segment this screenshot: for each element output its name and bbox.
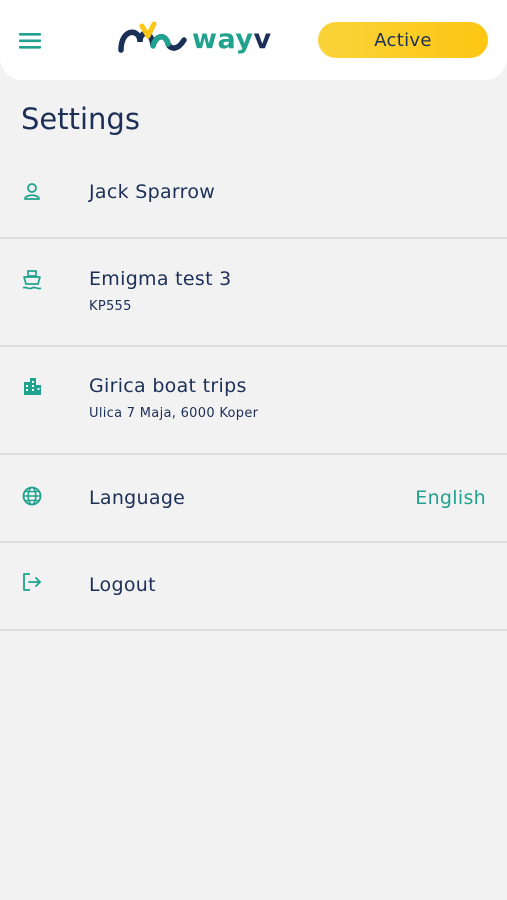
company-address: Ulica 7 Maja, 6000 Koper: [89, 406, 259, 421]
logout-label: Logout: [89, 574, 156, 596]
settings-list: Jack Sparrow Emigma test 3 KP555 Girica …: [0, 150, 507, 631]
company-row[interactable]: Girica boat trips Ulica 7 Maja, 6000 Kop…: [0, 347, 507, 455]
status-button[interactable]: Active: [318, 22, 488, 58]
company-name: Girica boat trips: [89, 375, 247, 397]
logo-wordmark: wayv: [192, 24, 272, 55]
person-icon: [21, 181, 43, 203]
wave-logo-icon: [118, 21, 187, 53]
page-title: Settings: [21, 102, 140, 136]
user-name: Jack Sparrow: [89, 181, 216, 203]
hamburger-menu-icon[interactable]: [16, 28, 46, 54]
status-label: Active: [374, 29, 432, 51]
boat-icon: [21, 269, 43, 291]
user-row[interactable]: Jack Sparrow: [0, 150, 507, 239]
logo-text-v: v: [253, 24, 272, 55]
app-header: wayv Active: [0, 0, 507, 80]
wayv-logo: wayv: [118, 20, 271, 60]
logout-icon: [21, 571, 43, 593]
globe-icon: [21, 485, 43, 507]
logout-row[interactable]: Logout: [0, 543, 507, 631]
logo-text-way: way: [192, 24, 254, 55]
vessel-name: Emigma test 3: [89, 268, 232, 290]
building-icon: [21, 376, 43, 398]
language-value[interactable]: English: [415, 487, 486, 509]
vessel-code: KP555: [89, 299, 132, 314]
vessel-row[interactable]: Emigma test 3 KP555: [0, 239, 507, 347]
language-row[interactable]: Language English: [0, 455, 507, 543]
language-label: Language: [89, 487, 186, 509]
